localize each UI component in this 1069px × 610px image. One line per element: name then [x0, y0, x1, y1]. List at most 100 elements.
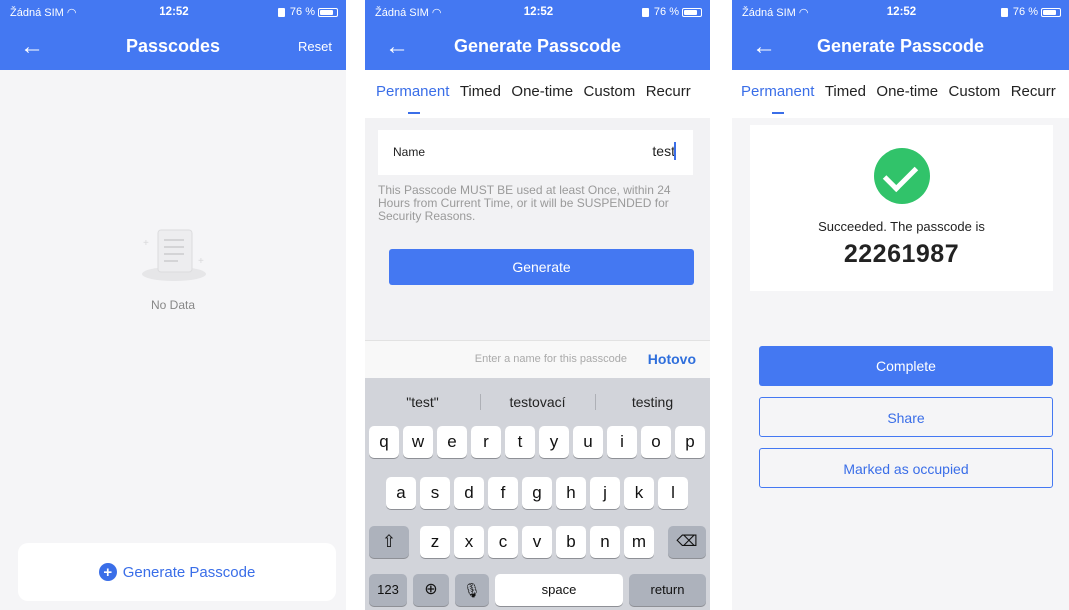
key-x[interactable]: x [454, 526, 484, 558]
name-field[interactable]: Name test [378, 130, 693, 175]
key-k[interactable]: k [624, 477, 654, 509]
orientation-lock-icon [641, 7, 649, 17]
battery-icon [682, 7, 702, 17]
key-a[interactable]: a [386, 477, 416, 509]
clock: 12:52 [886, 6, 917, 18]
key-s[interactable]: s [420, 477, 450, 509]
header: Žádná SIM ◠ 12:52 76 % ← Generate Passcod… [365, 0, 710, 70]
empty-document-icon: + + [128, 220, 218, 290]
return-key[interactable]: return [629, 574, 706, 606]
suggestion[interactable]: testovací [480, 388, 595, 416]
page-title: Generate Passcode [453, 36, 622, 56]
keyboard: "test" testovací testing q w e r t y u i… [365, 378, 710, 610]
tab-timed[interactable]: Timed [825, 83, 866, 100]
key-b[interactable]: b [556, 526, 586, 558]
suggestion-bar: "test" testovací testing [365, 388, 710, 416]
empty-state: + + No Data [0, 220, 346, 312]
key-v[interactable]: v [522, 526, 552, 558]
nav-bar: ← Generate Passcode [365, 30, 710, 64]
mark-occupied-button[interactable]: Marked as occupied [759, 448, 1053, 488]
key-n[interactable]: n [590, 526, 620, 558]
generate-button[interactable]: Generate [389, 249, 694, 285]
carrier: Žádná SIM ◠ [375, 6, 441, 19]
keyboard-accessory-bar: Enter a name for this passcode Hotovo [365, 340, 710, 378]
svg-text:+: + [198, 256, 204, 267]
key-o[interactable]: o [641, 426, 671, 458]
battery-icon [1041, 7, 1061, 17]
status-bar: Žádná SIM ◠ 12:52 76 % [375, 6, 702, 22]
carrier: Žádná SIM ◠ [742, 6, 808, 19]
numbers-key[interactable]: 123 [369, 574, 407, 606]
battery: 76 % [1000, 6, 1061, 18]
suggestion[interactable]: "test" [365, 388, 480, 416]
orientation-lock-icon [277, 7, 285, 17]
complete-button[interactable]: Complete [759, 346, 1053, 386]
key-d[interactable]: d [454, 477, 484, 509]
tab-one-time[interactable]: One-time [876, 83, 938, 100]
tab-custom[interactable]: Custom [949, 83, 1001, 100]
globe-icon[interactable]: ⊕ [413, 574, 449, 606]
empty-text: No Data [150, 298, 196, 312]
clock: 12:52 [159, 6, 189, 18]
key-i[interactable]: i [607, 426, 637, 458]
tab-one-time[interactable]: One-time [511, 83, 573, 100]
carrier-label: Žádná SIM [10, 7, 64, 19]
passcode-notice: This Passcode MUST BE used at least Once… [378, 183, 671, 223]
passcode-value: 22261987 [843, 240, 960, 268]
key-h[interactable]: h [556, 477, 586, 509]
page-title: Generate Passcode [816, 36, 985, 56]
backspace-icon[interactable]: ⌫ [668, 526, 706, 558]
input-hint: Enter a name for this passcode [474, 353, 627, 365]
space-key[interactable]: space [495, 574, 623, 606]
tab-recurring[interactable]: Recurr [1011, 83, 1056, 100]
key-w[interactable]: w [403, 426, 433, 458]
key-j[interactable]: j [590, 477, 620, 509]
done-button[interactable]: Hotovo [648, 351, 696, 367]
key-g[interactable]: g [522, 477, 552, 509]
header: Žádná SIM ◠ 12:52 76 % ← Passcodes Reset [0, 0, 346, 70]
battery-percent: 76 % [289, 6, 315, 18]
shift-key-icon[interactable]: ⇧ [369, 526, 409, 558]
key-e[interactable]: e [437, 426, 467, 458]
tab-timed[interactable]: Timed [460, 83, 501, 100]
passcode-type-tabs: Permanent Timed One-time Custom Recurr [732, 70, 1069, 118]
name-label: Name [393, 145, 426, 159]
share-button[interactable]: Share [759, 397, 1053, 437]
key-z[interactable]: z [420, 526, 450, 558]
reset-button[interactable]: Reset [298, 39, 332, 54]
success-card: Succeeded. The passcode is 22261987 [750, 125, 1053, 291]
clock: 12:52 [523, 6, 554, 18]
tab-recurring[interactable]: Recurr [646, 83, 691, 100]
success-message: Succeeded. The passcode is [818, 219, 985, 234]
name-input[interactable]: test [652, 143, 675, 159]
key-q[interactable]: q [369, 426, 399, 458]
key-t[interactable]: t [505, 426, 535, 458]
tab-permanent[interactable]: Permanent [741, 83, 814, 100]
key-l[interactable]: l [658, 477, 688, 509]
key-r[interactable]: r [471, 426, 501, 458]
key-m[interactable]: m [624, 526, 654, 558]
key-u[interactable]: u [573, 426, 603, 458]
wifi-icon: ◠ [431, 7, 442, 19]
key-p[interactable]: p [675, 426, 705, 458]
suggestion[interactable]: testing [595, 388, 710, 416]
passcode-type-tabs: Permanent Timed One-time Custom Recurr [365, 70, 710, 118]
carrier-label: Žádná SIM [742, 7, 796, 19]
orientation-lock-icon [1000, 7, 1008, 17]
status-bar: Žádná SIM ◠ 12:52 76 % [742, 6, 1061, 22]
svg-text:+: + [143, 238, 149, 249]
checkmark-icon [873, 148, 930, 204]
battery-icon [318, 7, 338, 17]
key-c[interactable]: c [488, 526, 518, 558]
key-y[interactable]: y [539, 426, 569, 458]
nav-bar: ← Passcodes Reset [0, 30, 346, 64]
generate-passcode-button[interactable]: + Generate Passcode [18, 543, 336, 601]
key-f[interactable]: f [488, 477, 518, 509]
nav-bar: ← Generate Passcode [732, 30, 1069, 64]
tab-permanent[interactable]: Permanent [376, 83, 449, 100]
carrier-label: Žádná SIM [375, 7, 429, 19]
tab-custom[interactable]: Custom [584, 83, 636, 100]
carrier: Žádná SIM ◠ [10, 6, 76, 19]
generate-passcode-label: Generate Passcode [122, 563, 256, 581]
microphone-icon[interactable]: 🎙 [455, 574, 489, 606]
